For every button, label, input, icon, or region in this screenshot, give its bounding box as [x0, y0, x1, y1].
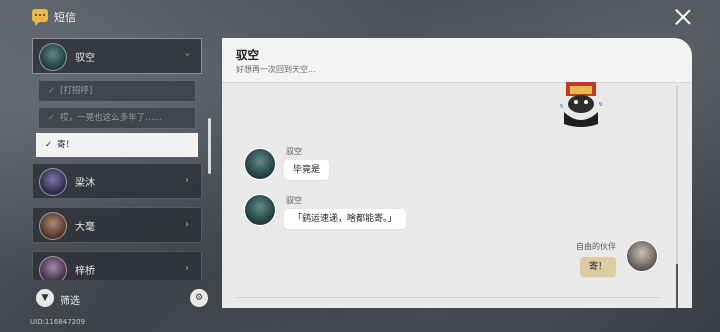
chat-panel: 驭空 好想再一次回到天空... ↯ ↯ 驭空 毕竟是 驭空 「鹞运速递，啥都能寄… — [222, 38, 692, 308]
reply-text: 寄！ — [57, 140, 75, 150]
contact-name: 驭空 — [75, 53, 95, 64]
check-icon: ✓ — [48, 86, 56, 96]
contact-item-yukong[interactable]: 驭空 › — [32, 38, 202, 74]
divider — [222, 82, 692, 83]
contact-list: 驭空 › ✓ [打招呼] ✓ 哎，一晃也这么多年了…… ✓ 寄！ 梁沐 › 大毫 › … — [32, 38, 204, 280]
contact-name: 大毫 — [75, 222, 95, 233]
avatar — [39, 212, 67, 240]
check-icon: ✓ — [48, 113, 56, 123]
divider — [236, 297, 660, 298]
sidebar-scrollbar[interactable] — [208, 118, 211, 174]
check-icon: ✓ — [45, 140, 53, 150]
avatar — [39, 256, 67, 280]
avatar — [39, 168, 67, 196]
top-bar: 短信 — [0, 0, 720, 34]
filter-icon[interactable]: ▼ — [36, 289, 54, 307]
chevron-down-icon: › — [181, 52, 193, 57]
reply-option-selected[interactable]: ✓ 寄！ — [36, 133, 198, 157]
chat-header: 驭空 好想再一次回到天空... — [222, 38, 692, 82]
chat-contact-name: 驭空 — [236, 48, 259, 62]
contact-name: 梓桥 — [75, 266, 95, 277]
contact-item-liangmu[interactable]: 梁沐 › — [32, 163, 202, 199]
my-avatar — [626, 240, 658, 272]
reply-option[interactable]: ✓ [打招呼] — [38, 80, 196, 102]
sender-avatar — [244, 194, 276, 226]
app-title: 短信 — [54, 11, 76, 24]
avatar — [39, 43, 67, 71]
message-sender: 驭空 — [286, 147, 302, 156]
chevron-right-icon: › — [185, 263, 189, 274]
chevron-right-icon: › — [185, 175, 189, 186]
settings-icon[interactable]: ⚙ — [190, 289, 208, 307]
contact-item-dahao[interactable]: 大毫 › — [32, 207, 202, 243]
close-icon[interactable] — [674, 8, 692, 26]
reply-option[interactable]: ✓ 哎，一晃也这么多年了…… — [38, 107, 196, 129]
message-bubble-mine: 寄！ — [580, 257, 617, 277]
sender-avatar — [244, 148, 276, 180]
chevron-right-icon: › — [185, 219, 189, 230]
svg-text:↯: ↯ — [598, 101, 603, 108]
message-bubble: 毕竟是 — [284, 160, 330, 180]
contact-item-ziqiao[interactable]: 梓桥 › — [32, 251, 202, 280]
reply-text: [打招呼] — [60, 86, 93, 96]
filter-button-label[interactable]: 筛选 — [60, 292, 80, 307]
svg-text:↯: ↯ — [559, 103, 564, 110]
chat-scrollbar[interactable] — [676, 264, 678, 308]
uid-label: UID:116847209 — [30, 318, 86, 326]
reply-text: 哎，一晃也这么多年了…… — [60, 113, 163, 123]
contact-name: 梁沐 — [75, 178, 95, 189]
message-bubble: 「鹞运速递，啥都能寄。」 — [284, 209, 406, 229]
message-sender: 驭空 — [286, 196, 302, 205]
message-sender: 自由的伙伴 — [576, 242, 616, 251]
chat-signature: 好想再一次回到天空... — [236, 65, 316, 74]
sticker-image: ↯ ↯ — [559, 82, 603, 127]
message-app-icon — [32, 9, 48, 26]
